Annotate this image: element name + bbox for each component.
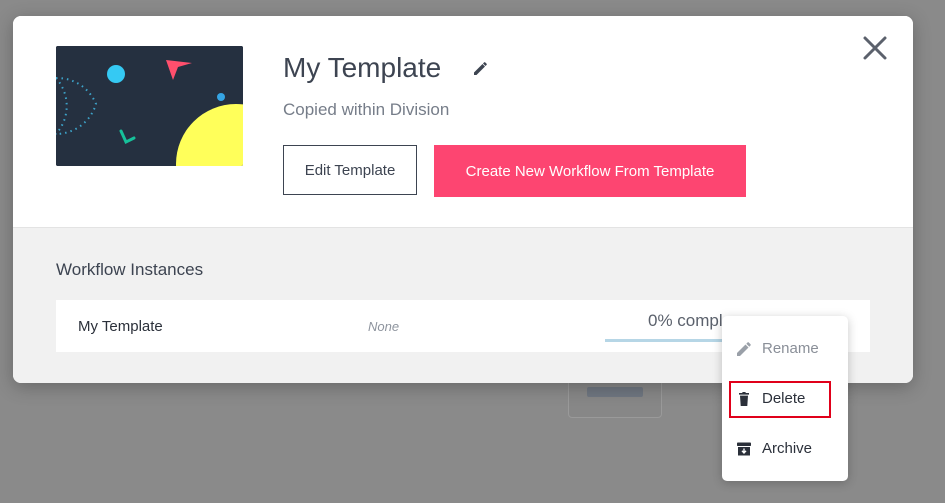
menu-item-archive[interactable]: Archive xyxy=(722,429,848,469)
menu-item-label: Archive xyxy=(762,440,813,457)
pencil-icon[interactable] xyxy=(471,58,491,78)
template-thumbnail xyxy=(56,46,243,166)
modal-header-section: My Template Copied within Division Edit … xyxy=(13,16,913,228)
template-subtitle: Copied within Division xyxy=(283,100,450,119)
menu-item-label: Rename xyxy=(762,340,819,357)
menu-item-delete[interactable]: Delete xyxy=(722,379,848,419)
context-menu: Rename Delete Archive xyxy=(722,316,848,481)
close-icon[interactable] xyxy=(861,34,889,62)
menu-item-rename[interactable]: Rename xyxy=(722,329,848,369)
instance-progress-text: 0% compl xyxy=(648,311,723,330)
menu-item-label: Delete xyxy=(762,390,806,407)
trash-icon xyxy=(736,391,752,407)
archive-icon xyxy=(736,441,752,457)
workflow-instances-heading: Workflow Instances xyxy=(56,260,204,279)
template-title: My Template xyxy=(283,52,442,83)
instance-status: None xyxy=(368,319,400,334)
instance-name: My Template xyxy=(78,318,163,335)
pencil-icon xyxy=(736,341,752,357)
create-workflow-button[interactable]: Create New Workflow From Template xyxy=(434,145,746,197)
edit-template-button[interactable]: Edit Template xyxy=(283,145,417,195)
thumbnail-illustration xyxy=(56,46,243,166)
